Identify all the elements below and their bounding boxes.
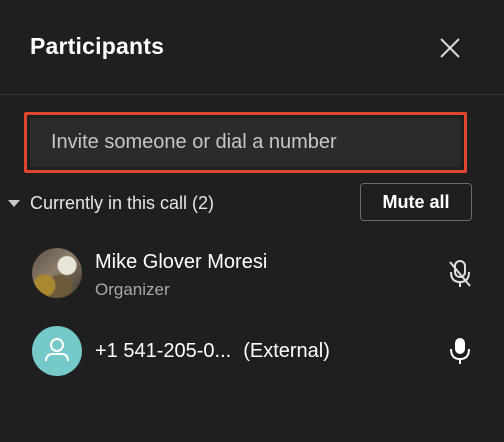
participant-role: Organizer [95, 280, 170, 299]
mute-all-button[interactable]: Mute all [360, 183, 472, 221]
participant-name: Mike Glover Moresi [95, 251, 268, 273]
person-icon [45, 338, 69, 362]
mic-button[interactable] [446, 336, 474, 366]
participant-row[interactable]: +1 541-205-0... (External) [0, 316, 504, 386]
panel-title: Participants [30, 33, 165, 59]
close-button[interactable] [436, 34, 464, 62]
avatar [32, 248, 82, 298]
invite-field-highlight [24, 112, 467, 173]
avatar [32, 326, 82, 376]
panel-header: Participants [0, 0, 504, 95]
mic-icon [450, 338, 470, 364]
participant-row[interactable]: Mike Glover Moresi Organizer [0, 238, 504, 308]
participant-number: +1 541-205-0... [95, 340, 232, 362]
participant-name: +1 541-205-0... (External) [95, 340, 330, 363]
mic-muted-button[interactable] [446, 259, 474, 289]
caret-down-icon [8, 200, 20, 207]
close-icon [440, 38, 460, 58]
participants-panel: Participants Currently in this call (2) … [0, 0, 504, 442]
external-tag: (External) [243, 340, 330, 362]
in-call-section-label: Currently in this call (2) [30, 192, 215, 213]
in-call-section-toggle[interactable]: Currently in this call (2) [8, 190, 214, 216]
mic-muted-icon [449, 260, 471, 287]
invite-input[interactable] [30, 118, 461, 167]
